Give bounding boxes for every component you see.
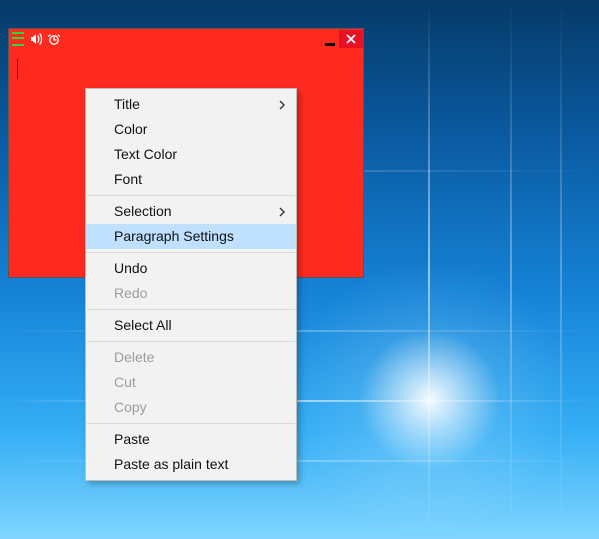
menu-item-color[interactable]: Color: [86, 117, 296, 142]
text-cursor: [17, 59, 18, 79]
menu-separator: [87, 341, 295, 342]
menu-item-cut: Cut: [86, 370, 296, 395]
menu-item-label: Select All: [114, 317, 172, 333]
menu-separator: [87, 423, 295, 424]
chevron-right-icon: [278, 199, 286, 224]
menu-item-label: Undo: [114, 260, 147, 276]
menu-item-delete: Delete: [86, 345, 296, 370]
wallpaper-beam: [428, 0, 430, 539]
menu-separator: [87, 195, 295, 196]
context-menu: Title Color Text Color Font Selection Paragra…: [85, 88, 297, 481]
menu-item-label: Delete: [114, 349, 154, 365]
menu-item-paste[interactable]: Paste: [86, 427, 296, 452]
menu-item-label: Font: [114, 171, 142, 187]
menu-item-label: Title: [114, 96, 140, 112]
speaker-icon[interactable]: [27, 30, 45, 48]
menu-item-label: Selection: [114, 203, 172, 219]
chevron-right-icon: [278, 92, 286, 117]
menu-item-title[interactable]: Title: [86, 92, 296, 117]
menu-item-label: Paste as plain text: [114, 456, 228, 472]
menu-item-paragraph-settings[interactable]: Paragraph Settings: [86, 224, 296, 249]
minimize-button[interactable]: [321, 30, 339, 48]
menu-item-selection[interactable]: Selection: [86, 199, 296, 224]
wallpaper-beam: [510, 0, 512, 539]
menu-item-font[interactable]: Font: [86, 167, 296, 192]
menu-item-label: Redo: [114, 285, 147, 301]
menu-item-label: Copy: [114, 399, 147, 415]
menu-item-label: Paste: [114, 431, 150, 447]
wallpaper-beam: [560, 0, 562, 539]
menu-item-text-color[interactable]: Text Color: [86, 142, 296, 167]
menu-item-label: Paragraph Settings: [114, 228, 234, 244]
menu-item-redo: Redo: [86, 281, 296, 306]
menu-item-select-all[interactable]: Select All: [86, 313, 296, 338]
titlebar[interactable]: [9, 29, 363, 49]
menu-separator: [87, 309, 295, 310]
menu-item-label: Color: [114, 121, 147, 137]
close-button[interactable]: [339, 30, 363, 48]
menu-separator: [87, 252, 295, 253]
menu-item-paste-as-plain-text[interactable]: Paste as plain text: [86, 452, 296, 477]
menu-item-undo[interactable]: Undo: [86, 256, 296, 281]
menu-item-label: Cut: [114, 374, 136, 390]
alarm-icon[interactable]: [45, 30, 63, 48]
desktop-wallpaper: Title Color Text Color Font Selection Paragra…: [0, 0, 599, 539]
menu-item-copy: Copy: [86, 395, 296, 420]
menu-icon[interactable]: [9, 30, 27, 48]
menu-item-label: Text Color: [114, 146, 177, 162]
